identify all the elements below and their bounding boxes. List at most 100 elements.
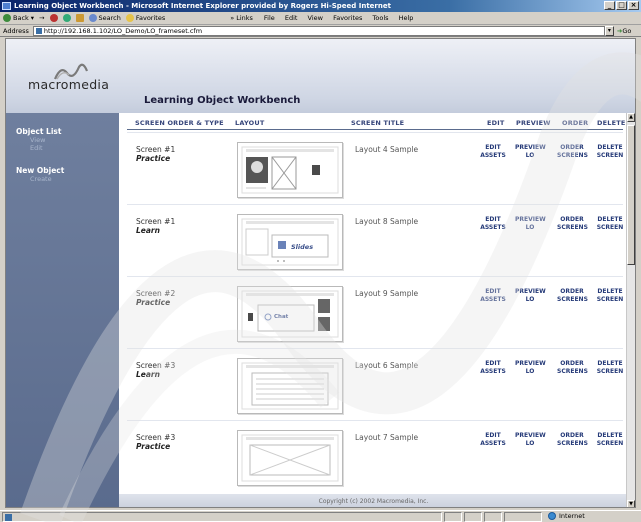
menu-view[interactable]: View <box>308 14 323 22</box>
back-button[interactable]: Back ▾ <box>3 14 34 22</box>
screen-number: Screen #3 <box>136 433 176 442</box>
header-delete: DELETE <box>597 119 626 127</box>
links-button[interactable]: » Links <box>230 14 253 22</box>
screen-title: Layout 9 Sample <box>355 289 419 298</box>
refresh-button[interactable] <box>62 14 71 22</box>
layout-thumbnail[interactable]: Slides <box>237 214 343 270</box>
table-row: Screen #3 Practice Layout 7 Sample EDIT A… <box>123 420 635 492</box>
vertical-scrollbar[interactable]: ▲ ▼ <box>626 113 635 507</box>
address-input[interactable]: http://192.168.1.102/LO_Demo/LO_frameset… <box>32 25 605 36</box>
window-controls: _ □ × <box>604 1 639 10</box>
refresh-icon <box>62 14 71 22</box>
screen-number: Screen #1 <box>136 145 176 154</box>
header-edit: EDIT <box>487 119 505 127</box>
status-cell <box>504 512 542 522</box>
preview-lo-link[interactable]: PREVIEW LO <box>515 144 546 160</box>
screen-number: Screen #3 <box>136 361 176 370</box>
edit-assets-link[interactable]: EDIT ASSETS <box>478 288 508 304</box>
stop-icon <box>49 14 58 22</box>
header-order: ORDER <box>562 119 589 127</box>
maximize-button[interactable]: □ <box>616 1 627 10</box>
edit-assets-link[interactable]: EDIT ASSETS <box>478 360 508 376</box>
row-divider <box>127 132 623 133</box>
order-screens-link[interactable]: ORDER SCREENS <box>557 360 588 376</box>
banner: macromedia Learning Object Workbench <box>6 39 635 113</box>
address-dropdown[interactable]: ▾ <box>604 25 614 36</box>
menu-help[interactable]: Help <box>399 14 414 22</box>
ie-icon <box>2 2 11 10</box>
scroll-up-icon[interactable]: ▲ <box>627 113 635 122</box>
header-order-type: SCREEN ORDER & TYPE <box>135 119 224 127</box>
screen-type: Practice <box>136 298 171 307</box>
browser-toolbar: Back ▾ → Search Favorites » Links File E… <box>0 12 641 25</box>
sidebar-heading-new-object: New Object <box>16 166 65 175</box>
row-divider <box>127 204 623 205</box>
scroll-thumb[interactable] <box>627 125 635 265</box>
scroll-down-icon[interactable]: ▼ <box>627 500 635 507</box>
menu-favorites[interactable]: Favorites <box>333 14 362 22</box>
page-done-icon <box>5 514 12 521</box>
delete-screen-link[interactable]: DELETE SCREEN <box>595 360 625 376</box>
status-bar: Internet <box>0 510 641 522</box>
preview-lo-link[interactable]: PREVIEW LO <box>515 432 546 448</box>
delete-screen-link[interactable]: DELETE SCREEN <box>595 144 625 160</box>
layout-thumbnail[interactable] <box>237 358 343 414</box>
delete-screen-link[interactable]: DELETE SCREEN <box>595 216 625 232</box>
app-frame: macromedia Learning Object Workbench Obj… <box>5 38 636 508</box>
sidebar-item-create[interactable]: Create <box>30 175 119 183</box>
address-label: Address <box>3 26 29 35</box>
page-icon <box>35 27 42 34</box>
sidebar-item-view[interactable]: View <box>30 136 119 144</box>
layout-thumbnail[interactable]: Chat <box>237 286 343 342</box>
layout-9-preview-icon <box>241 290 339 338</box>
preview-lo-link[interactable]: PREVIEW LO <box>515 360 546 376</box>
screen-title: Layout 8 Sample <box>355 217 419 226</box>
menu-edit[interactable]: Edit <box>285 14 298 22</box>
header-layout: LAYOUT <box>235 119 265 127</box>
screen-number: Screen #1 <box>136 217 176 226</box>
layout-8-preview-icon <box>241 218 339 266</box>
order-screens-link[interactable]: ORDER SCREENS <box>557 216 588 232</box>
delete-screen-link[interactable]: DELETE SCREEN <box>595 288 625 304</box>
order-screens-link[interactable]: ORDER SCREENS <box>557 288 588 304</box>
layout-4-preview-icon <box>241 146 339 194</box>
home-button[interactable] <box>75 14 84 22</box>
order-screens-link[interactable]: ORDER SCREENS <box>557 144 588 160</box>
status-cell <box>464 512 482 522</box>
delete-screen-link[interactable]: DELETE SCREEN <box>595 432 625 448</box>
status-cell <box>444 512 462 522</box>
stop-button[interactable] <box>49 14 58 22</box>
menu-tools[interactable]: Tools <box>373 14 389 22</box>
favorites-star-icon <box>125 14 134 22</box>
favorites-button[interactable]: Favorites <box>125 14 165 22</box>
minimize-button[interactable]: _ <box>604 1 615 10</box>
row-divider <box>127 420 623 421</box>
edit-assets-link[interactable]: EDIT ASSETS <box>478 144 508 160</box>
edit-assets-link[interactable]: EDIT ASSETS <box>478 216 508 232</box>
sidebar-item-edit[interactable]: Edit <box>30 144 119 152</box>
status-text-cell <box>2 512 442 522</box>
zone-label: Internet <box>559 512 585 520</box>
screen-number: Screen #2 <box>136 289 176 298</box>
window-title: Learning Object Workbench - Microsoft In… <box>14 2 391 10</box>
preview-lo-link[interactable]: PREVIEW LO <box>515 288 546 304</box>
chat-label: Chat <box>274 314 289 320</box>
edit-assets-link[interactable]: EDIT ASSETS <box>478 432 508 448</box>
search-button[interactable]: Search <box>88 14 121 22</box>
menu-file[interactable]: File <box>264 14 275 22</box>
chevron-down-icon: ▾ <box>30 14 35 22</box>
screen-type: Learn <box>136 226 160 235</box>
preview-lo-link[interactable]: PREVIEW LO <box>515 216 546 232</box>
header-divider <box>127 129 623 130</box>
layout-thumbnail[interactable] <box>237 430 343 486</box>
close-button[interactable]: × <box>628 1 639 10</box>
forward-button[interactable]: → <box>39 14 44 22</box>
order-screens-link[interactable]: ORDER SCREENS <box>557 432 588 448</box>
forward-arrow-icon: → <box>39 14 45 22</box>
layout-6-preview-icon <box>241 362 339 410</box>
address-bar: Address http://192.168.1.102/LO_Demo/LO_… <box>0 25 641 37</box>
go-button[interactable]: ➜Go <box>617 27 631 35</box>
layout-thumbnail[interactable] <box>237 142 343 198</box>
slides-label: Slides <box>291 243 314 251</box>
logo-text: macromedia <box>28 77 110 92</box>
